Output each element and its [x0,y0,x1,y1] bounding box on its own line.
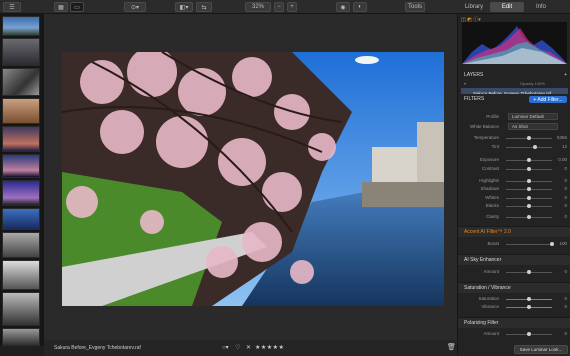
thumbnail[interactable] [2,328,40,346]
slider-whites[interactable]: Whites 0 [458,194,570,202]
view-options-button[interactable]: ⊙▾ [124,2,146,12]
histogram-graph [462,26,567,64]
sky-amount-slider[interactable]: Amount 0 [458,268,570,276]
boost-slider[interactable]: Boost 100 [458,240,570,248]
polarizing-amount-slider[interactable]: Amount 0 [458,330,570,338]
slider-highlights[interactable]: Highlights 0 [458,177,570,185]
eye-icon: ◉ [340,4,346,11]
history-button[interactable]: ◐ [353,2,367,12]
zoom-level[interactable]: 32% [245,2,271,12]
tools-menu[interactable]: Tools [405,2,425,12]
menu-icon: ☰ [9,4,15,11]
crop-button[interactable]: ⇆ [196,2,212,12]
minus-icon: − [277,4,281,10]
layers-header: LAYERS + [458,70,570,81]
saturation-slider[interactable]: Saturation 0 [458,295,570,303]
thumbnail[interactable] [2,208,40,230]
slider-knob[interactable] [550,242,554,246]
single-view-icon: ▭ [74,4,80,11]
slider-knob[interactable] [527,297,531,301]
thumbnail[interactable] [2,292,40,326]
single-view-button[interactable]: ▭ [70,2,84,12]
slider-knob[interactable] [527,270,531,274]
accent-ai-header[interactable]: Accent AI Filter™ 2.0 [458,226,570,237]
slider-knob[interactable] [527,187,531,191]
view-options-icon: ⊙▾ [130,4,140,11]
save-look-button[interactable]: Save Luminar Look... [514,345,568,354]
profile-select[interactable]: Luminar Default [508,113,558,120]
saturation-vibrance-header[interactable]: Saturation / Vibrance [458,282,570,293]
slider-knob[interactable] [527,167,531,171]
thumbnail[interactable] [2,180,40,206]
thumbnail[interactable] [2,154,40,178]
slider-knob[interactable] [527,332,531,336]
white-balance-row: White Balance As Shot [458,123,570,131]
slider-knob[interactable] [527,305,531,309]
vibrance-slider[interactable]: Vibrance 0 [458,303,570,311]
thumbnail[interactable] [2,126,40,152]
crop-icon: ⇆ [201,4,207,11]
tab-edit[interactable]: Edit [490,2,524,12]
slider-knob[interactable] [533,145,537,149]
flag-icon[interactable]: ○▾ [222,344,229,351]
profile-row: Profile Luminar Default [458,113,570,121]
thumbnail[interactable] [2,68,40,96]
slider-exposure[interactable]: Exposure 0.00 [458,156,570,164]
tab-info[interactable]: Info [524,2,558,12]
slider-knob[interactable] [527,196,531,200]
trash-icon[interactable]: 🗑 [447,343,456,351]
add-filter-button[interactable]: + Add Filter... [529,96,567,103]
slider-contrast[interactable]: Contrast 0 [458,165,570,173]
history-icon: ◐ [358,4,362,10]
thumbnail[interactable] [2,98,40,124]
menu-button[interactable]: ☰ [3,2,21,12]
zoom-in-button[interactable]: + [287,2,297,12]
slider-temperature[interactable]: Temperature 5356 [458,134,570,142]
top-toolbar: ☰ ▦ ▭ ⊙▾ ◧▾ ⇆ 32% − + ◉ ◐ Tools Library … [0,0,570,14]
slider-knob[interactable] [527,204,531,208]
plus-icon: + [290,4,294,10]
slider-knob[interactable] [527,179,531,183]
heart-icon[interactable]: ♡ [235,344,240,351]
slider-shadows[interactable]: Shadows 0 [458,185,570,193]
bottom-bar: Sakura Before_Evgeny Tchebotarev.raf ○▾ … [44,340,457,356]
file-name: Sakura Before_Evgeny Tchebotarev.raf [54,345,141,351]
slider-clarity[interactable]: Clarity 0 [458,213,570,221]
star-rating[interactable]: ★★★★★ [255,344,284,351]
zoom-out-button[interactable]: − [274,2,284,12]
thumbnail[interactable] [2,38,40,66]
slider-knob[interactable] [527,136,531,140]
histogram [462,22,567,64]
slider-tint[interactable]: Tint 12 [458,143,570,151]
slider-blacks[interactable]: Blacks 0 [458,202,570,210]
compare-button[interactable]: ◧▾ [175,2,193,12]
grid-icon: ▦ [58,4,64,11]
opacity-label[interactable]: Opacity 100% [520,81,560,87]
image-canvas [44,14,457,346]
main-photo[interactable] [62,52,444,306]
polarizing-header[interactable]: Polarizing Filter [458,317,570,328]
photo-illustration [62,52,444,306]
reject-icon[interactable]: ✕ [246,344,251,351]
thumbnail[interactable] [2,16,40,36]
edit-panel: ◫ ◩ ⓘ▾ LAYERS + ▾ Opacity 100% Sakura Be… [457,14,570,356]
white-balance-select[interactable]: As Shot [508,123,558,130]
thumbnail[interactable] [2,260,40,290]
grid-view-button[interactable]: ▦ [54,2,68,12]
slider-knob[interactable] [527,158,531,162]
filmstrip [0,14,44,346]
ai-sky-header[interactable]: AI Sky Enhancer [458,254,570,265]
add-layer-icon[interactable]: + [564,70,567,81]
preview-button[interactable]: ◉ [336,2,350,12]
thumbnail[interactable] [2,232,40,258]
compare-icon: ◧▾ [179,4,189,11]
slider-knob[interactable] [527,215,531,219]
tab-library[interactable]: Library [457,2,491,12]
layer-blend[interactable]: ▾ [464,81,466,86]
